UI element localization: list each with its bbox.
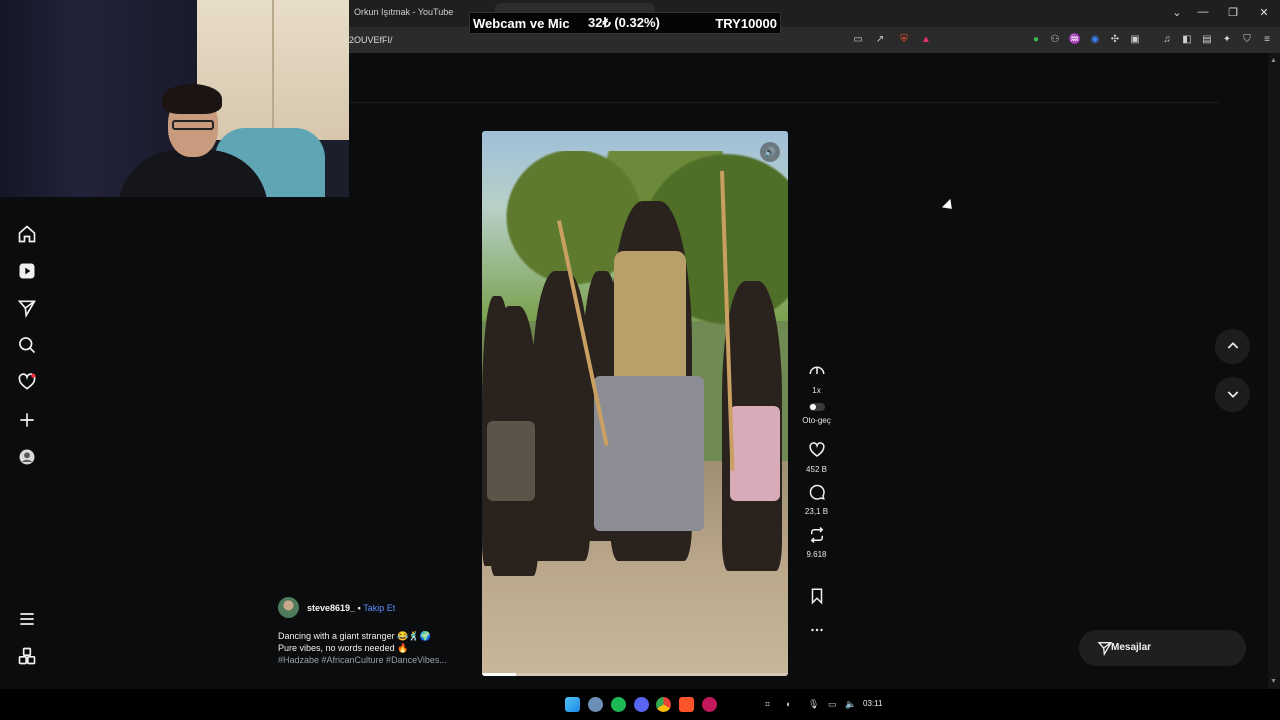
vpn-shield-icon[interactable]: ⛉ (1240, 33, 1254, 47)
screen: Orkun Işıtmak - YouTube ⌄ — ❐ ✕ 2OUVEfFI… (0, 0, 1280, 720)
video-tall-dancer-pants (594, 376, 704, 531)
author-separator: • (357, 603, 361, 613)
home-icon[interactable] (17, 224, 37, 244)
ai-sparkle-icon[interactable]: ✦ (1220, 33, 1234, 47)
bookmark-icon (811, 588, 822, 605)
tray-discord-icon[interactable]: ◐ (786, 699, 791, 709)
overlay-label: Webcam ve Mic (473, 15, 570, 31)
next-reel-button[interactable] (1215, 377, 1250, 412)
browser-menu-icon[interactable]: ≡ (1260, 33, 1274, 47)
repost-icon (810, 526, 823, 544)
start-button-icon[interactable] (565, 697, 580, 712)
share-icon[interactable]: ↗ (873, 33, 887, 47)
webcam-person-glasses (172, 120, 214, 130)
streamer-webcam (0, 0, 349, 197)
follow-link[interactable]: Takip Et (363, 603, 395, 613)
webcam-wardrobe-door (272, 0, 274, 140)
tray-volume-icon[interactable]: 🔈 (845, 699, 856, 710)
tab-list-icon[interactable]: ⌄ (1170, 6, 1184, 19)
more-menu-icon[interactable] (17, 609, 37, 629)
extension-blue-icon[interactable]: ◉ (1088, 33, 1102, 47)
author-avatar[interactable] (278, 597, 299, 618)
save-button[interactable] (800, 587, 833, 610)
extension-green-icon[interactable]: ● (1029, 33, 1043, 47)
tray-mic-icon[interactable]: 🎙 (808, 699, 819, 710)
profile-avatar-icon[interactable] (17, 447, 37, 467)
extension-sound-icon[interactable]: ♒ (1068, 33, 1082, 47)
sidebar-toggle-icon[interactable]: ◧ (1180, 33, 1194, 47)
reels-icon[interactable] (17, 261, 37, 281)
messages-button[interactable]: Mesajlar (1079, 630, 1246, 666)
header-divider (349, 102, 1219, 103)
notifications-heart-icon[interactable] (17, 372, 37, 392)
create-plus-icon[interactable] (17, 410, 37, 430)
discord-icon[interactable] (634, 697, 649, 712)
messages-label: Mesajlar (1111, 642, 1152, 653)
author-username[interactable]: steve8619_ (307, 603, 355, 613)
wallet-icon[interactable]: ▤ (1200, 33, 1214, 47)
video-tall-dancer-shirt (614, 251, 686, 386)
video-progress-fill (482, 673, 516, 676)
spotify-icon[interactable] (611, 697, 626, 712)
like-count: 452 B (806, 465, 827, 474)
minimize-button[interactable]: — (1196, 6, 1210, 18)
cast-icon[interactable]: ▭ (851, 33, 865, 47)
brave-shield-icon[interactable]: ⛨ (897, 33, 911, 47)
taskbar-clock[interactable]: 03:11 (863, 699, 882, 708)
tray-display-icon[interactable]: ▭ (828, 699, 837, 710)
autoplay-switch[interactable] (808, 403, 825, 411)
settings-app-icon[interactable] (588, 697, 603, 712)
extension-glasses-icon[interactable]: ⚇ (1048, 33, 1062, 47)
page-scrollbar[interactable]: ▲ ▼ (1268, 53, 1280, 689)
playback-speed-button[interactable]: 1x (800, 362, 833, 395)
tray-network-icon[interactable]: ⌗ (765, 699, 770, 710)
scroll-up-arrow-icon[interactable]: ▲ (1270, 57, 1277, 64)
reel-video[interactable]: 🔊 (482, 131, 788, 676)
comment-count: 23,1 B (804, 507, 829, 516)
extensions-puzzle-icon[interactable]: ✣ (1108, 33, 1122, 47)
obs-app-icon[interactable] (702, 697, 717, 712)
close-window-button[interactable]: ✕ (1257, 6, 1271, 19)
caption-line-2: Pure vibes, no words needed 🔥 (278, 643, 409, 653)
repost-button[interactable]: 9.618 (800, 526, 833, 559)
extension-box-icon[interactable]: ▣ (1128, 33, 1142, 47)
media-music-icon[interactable]: ♫ (1160, 33, 1174, 47)
chevron-up-icon (1227, 342, 1238, 349)
maximize-button[interactable]: ❐ (1226, 6, 1240, 19)
stream-donation-overlay: Webcam ve Mic 32₺ (0.32%) TRY10000 (469, 12, 781, 34)
scroll-down-arrow-icon[interactable]: ▼ (1270, 678, 1277, 685)
author-line: steve8619_ • Takip Et (307, 603, 395, 613)
brave-rewards-icon[interactable]: ▲ (919, 33, 933, 47)
previous-reel-button[interactable] (1215, 329, 1250, 364)
chevron-down-icon (1227, 391, 1238, 398)
brave-browser-icon[interactable] (679, 697, 694, 712)
chrome-icon[interactable] (656, 697, 671, 712)
send-icon[interactable] (17, 298, 37, 319)
autoplay-label: Oto-geç (802, 416, 831, 425)
repost-count: 9.618 (806, 550, 827, 559)
caption-hashtags[interactable]: #Hadzabe #AfricanCulture #DanceVibes... (278, 655, 447, 665)
more-options-button[interactable] (800, 621, 833, 644)
video-person-1-shorts (487, 421, 535, 501)
speed-gauge-icon (809, 366, 824, 375)
overlay-amount: 32₺ (0.32%) (588, 15, 660, 30)
webcam-person-hair (162, 84, 222, 114)
comment-bubble-icon (809, 484, 825, 500)
overlay-goal: TRY10000 (715, 15, 777, 31)
youtube-tab-title[interactable]: Orkun Işıtmak - YouTube (354, 7, 453, 17)
volume-icon[interactable]: 🔊 (760, 142, 780, 162)
ellipsis-icon (810, 628, 823, 632)
like-button[interactable]: 452 B (800, 441, 833, 474)
heart-icon (808, 442, 825, 457)
autoplay-toggle[interactable]: Oto-geç (800, 403, 833, 425)
video-person-right-shorts (730, 406, 780, 501)
video-progress-bar[interactable] (482, 673, 788, 676)
url-field[interactable]: 2OUVEfFI/ (349, 35, 393, 45)
caption-line-1: Dancing with a giant stranger 😂🕺🌍 (278, 631, 431, 641)
comment-button[interactable]: 23,1 B (800, 483, 833, 516)
speed-label: 1x (812, 386, 821, 395)
search-icon[interactable] (17, 335, 37, 355)
also-from-meta-icon[interactable] (17, 646, 37, 666)
